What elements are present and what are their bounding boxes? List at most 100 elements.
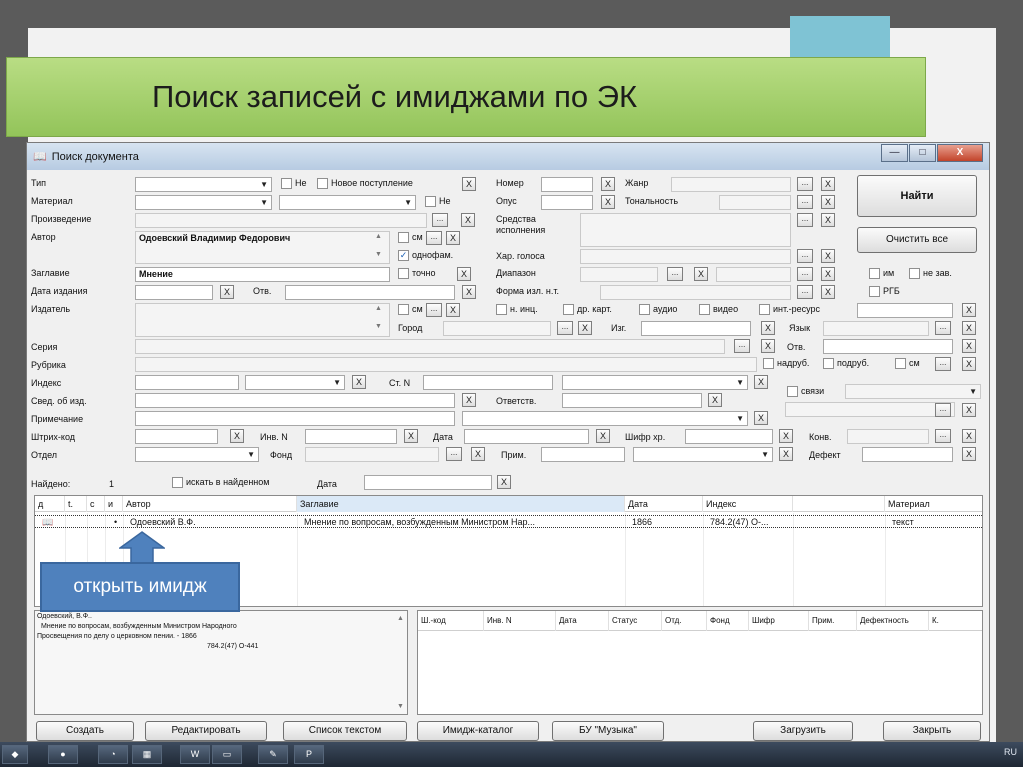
clear-language-button[interactable]: X — [962, 321, 976, 335]
dr-kart-checkbox[interactable] — [563, 304, 574, 315]
links-lookup-button[interactable]: ... — [935, 403, 951, 417]
city-lookup-button[interactable]: ... — [557, 321, 573, 335]
clear-defect-button[interactable]: X — [962, 447, 976, 461]
clear-shelf-button[interactable]: X — [779, 429, 793, 443]
fond-lookup-button[interactable]: ... — [446, 447, 462, 461]
clear-index-button[interactable]: X — [352, 375, 366, 389]
links-select[interactable] — [845, 384, 981, 399]
firefox-icon[interactable]: ● — [48, 745, 78, 764]
publisher-scroll-up-icon[interactable]: ▲ — [375, 305, 382, 312]
pub-date-field[interactable] — [135, 285, 213, 300]
clear-fond-button[interactable]: X — [471, 447, 485, 461]
inet-field[interactable] — [857, 303, 953, 318]
new-arrival-checkbox[interactable] — [317, 178, 328, 189]
clear-responsible-button[interactable]: X — [708, 393, 722, 407]
tool-icon[interactable]: ✎ — [258, 745, 288, 764]
links-field[interactable] — [785, 402, 955, 417]
col-d[interactable]: д — [35, 496, 65, 512]
image-catalog-button[interactable]: Имидж-каталог — [417, 721, 539, 741]
clear-rubric-button[interactable]: X — [962, 357, 976, 371]
inv-n-field[interactable] — [305, 429, 397, 444]
clear-range-to-button[interactable]: X — [821, 267, 835, 281]
number-field[interactable] — [541, 177, 593, 192]
clear-series-button[interactable]: X — [761, 339, 775, 353]
author-scroll-down-icon[interactable]: ▼ — [375, 251, 382, 258]
clear-note-button[interactable]: X — [754, 411, 768, 425]
not-checkbox[interactable] — [281, 178, 292, 189]
note-select[interactable] — [462, 411, 748, 426]
clear-tonality-button[interactable]: X — [821, 195, 835, 209]
links-checkbox[interactable] — [787, 386, 798, 397]
sm-checkbox[interactable] — [398, 232, 409, 243]
rubric-lookup-button[interactable]: ... — [935, 357, 951, 371]
clear-means-button[interactable]: X — [821, 213, 835, 227]
tonality-lookup-button[interactable]: ... — [797, 195, 813, 209]
browser-icon[interactable]: ◔ — [98, 745, 128, 764]
ne-zav-checkbox[interactable] — [909, 268, 920, 279]
conv-field[interactable] — [847, 429, 929, 444]
col-material[interactable]: Материал — [885, 496, 982, 512]
shelf-field[interactable] — [685, 429, 773, 444]
clear-izg-button[interactable]: X — [761, 321, 775, 335]
load-button[interactable]: Загрузить — [753, 721, 853, 741]
rubric-field[interactable] — [135, 357, 757, 372]
powerpoint-icon[interactable]: P — [294, 745, 324, 764]
clear-opus-button[interactable]: X — [601, 195, 615, 209]
copies-col-k[interactable]: К. — [929, 611, 982, 631]
sm2-checkbox[interactable] — [398, 304, 409, 315]
clear-inet-button[interactable]: X — [962, 303, 976, 317]
language-field[interactable] — [823, 321, 929, 336]
st-n-field[interactable] — [423, 375, 553, 390]
defect-field[interactable] — [862, 447, 953, 462]
list-text-button[interactable]: Список текстом — [283, 721, 407, 741]
copies-col-status[interactable]: Статус — [609, 611, 662, 631]
form-field[interactable] — [600, 285, 791, 300]
odnofam-checkbox[interactable]: ✓ — [398, 250, 409, 261]
inet-checkbox[interactable] — [759, 304, 770, 315]
col-s[interactable]: с — [87, 496, 105, 512]
language-lookup-button[interactable]: ... — [935, 321, 951, 335]
author-scroll-up-icon[interactable]: ▲ — [375, 233, 382, 240]
prim-field[interactable] — [541, 447, 625, 462]
close-window-button[interactable]: X — [937, 144, 983, 162]
type-select[interactable] — [135, 177, 272, 192]
clear-sved-button[interactable]: X — [462, 393, 476, 407]
tonality-field[interactable] — [719, 195, 791, 210]
col-date[interactable]: Дата — [625, 496, 703, 512]
create-button[interactable]: Создать — [36, 721, 134, 741]
voice-lookup-button[interactable]: ... — [797, 249, 813, 263]
date2-field[interactable] — [364, 475, 492, 490]
col-blank[interactable] — [793, 496, 885, 512]
prim-select[interactable] — [633, 447, 773, 462]
window-icon[interactable]: ▭ — [212, 745, 242, 764]
clear-form-button[interactable]: X — [821, 285, 835, 299]
clear-pub-date-button[interactable]: X — [220, 285, 234, 299]
dept-select[interactable] — [135, 447, 259, 462]
n-inc-checkbox[interactable] — [496, 304, 507, 315]
clear-all-button[interactable]: Очистить все — [857, 227, 977, 253]
author-field[interactable]: Одоевский Владимир Федорович — [135, 231, 390, 264]
barcode-field[interactable] — [135, 429, 218, 444]
word-icon[interactable]: W — [180, 745, 210, 764]
publisher-scroll-down-icon[interactable]: ▼ — [375, 323, 382, 330]
range-to-field[interactable] — [716, 267, 791, 282]
clear-st-n-button[interactable]: X — [754, 375, 768, 389]
nadrub-checkbox[interactable] — [763, 358, 774, 369]
form-lookup-button[interactable]: ... — [797, 285, 813, 299]
im-checkbox[interactable] — [869, 268, 880, 279]
index-field[interactable] — [135, 375, 239, 390]
podrub-checkbox[interactable] — [823, 358, 834, 369]
col-i[interactable]: и — [105, 496, 123, 512]
edit-button[interactable]: Редактировать — [145, 721, 267, 741]
copies-col-inv[interactable]: Инв. N — [484, 611, 556, 631]
minimize-button[interactable]: — — [881, 144, 908, 162]
search-found-checkbox[interactable] — [172, 477, 183, 488]
clear-work-button[interactable]: X — [461, 213, 475, 227]
copies-col-note[interactable]: Прим. — [809, 611, 857, 631]
opus-field[interactable] — [541, 195, 593, 210]
copies-col-barcode[interactable]: Ш.-код — [418, 611, 484, 631]
range-lookup-button[interactable]: ... — [667, 267, 683, 281]
app-icon[interactable]: ▦ — [132, 745, 162, 764]
copies-col-defect[interactable]: Дефектность — [857, 611, 929, 631]
clear-links-button[interactable]: X — [962, 403, 976, 417]
